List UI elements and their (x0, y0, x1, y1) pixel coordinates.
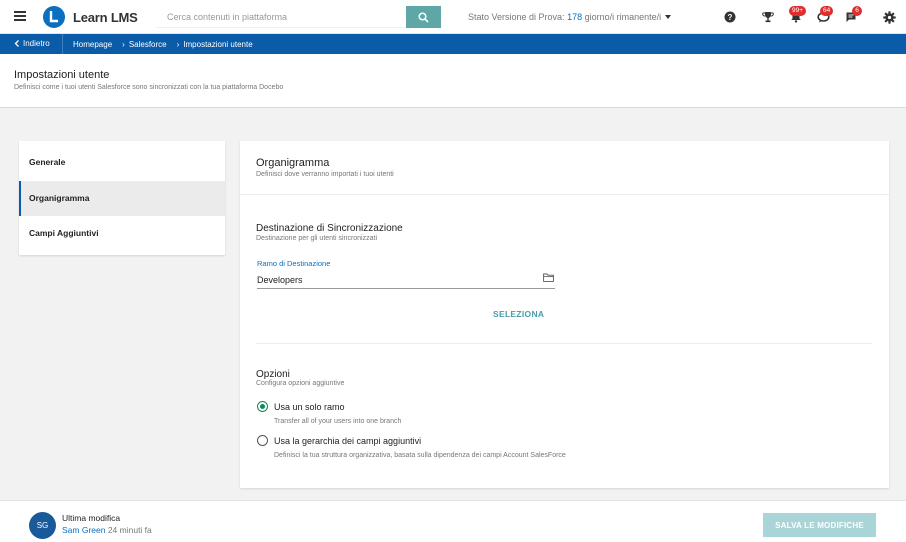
last-modified-time: 24 minuti fa (105, 525, 152, 535)
trophy-icon[interactable] (761, 10, 775, 24)
page-title: Impostazioni utente (14, 69, 110, 81)
breadcrumb-salesforce[interactable]: Salesforce (129, 40, 167, 49)
menu-icon[interactable] (14, 11, 26, 21)
notifications-badge: 99+ (789, 6, 807, 16)
chevron-right-icon: › (176, 40, 180, 49)
save-changes-button[interactable]: SALVA LE MODIFICHE (763, 513, 876, 537)
radio-additional-fields-hierarchy[interactable] (257, 435, 268, 446)
trial-suffix: giorno/i rimanente/i (582, 12, 662, 22)
destination-branch-field[interactable] (257, 271, 555, 289)
options-title: Opzioni (256, 369, 290, 380)
search-icon (418, 11, 429, 23)
messages-badge: 64 (820, 6, 834, 16)
panel-divider (240, 194, 889, 195)
breadcrumb: Homepage › Salesforce › Impostazioni utente (73, 40, 257, 49)
back-label: Indietro (23, 39, 50, 48)
footer-bar: SG Ultima modifica Sam Green 24 minuti f… (0, 500, 906, 542)
panel-subtitle: Definisci dove verranno importati i tuoi… (256, 171, 394, 178)
folder-icon[interactable] (543, 273, 554, 284)
section-divider (256, 343, 872, 344)
gear-icon[interactable] (882, 10, 896, 24)
destination-subtitle: Destinazione per gli utenti sincronizzat… (256, 235, 378, 242)
breadcrumb-homepage[interactable]: Homepage (73, 40, 112, 49)
page-header: Impostazioni utente Definisci come i tuo… (0, 54, 906, 108)
tasks-badge: 6 (852, 6, 862, 16)
settings-sidebar: Generale Organigramma Campi Aggiuntivi (19, 141, 225, 255)
breadcrumb-bar: Indietro Homepage › Salesforce › Impostazion… (0, 34, 906, 54)
breadcrumb-current: Impostazioni utente (183, 40, 253, 49)
destination-field-label: Ramo di Destinazione (257, 259, 331, 268)
organigramma-panel: Organigramma Definisci dove verranno imp… (240, 141, 889, 488)
svg-text:?: ? (728, 13, 733, 22)
radio-single-branch-label[interactable]: Usa un solo ramo (274, 402, 345, 412)
page-subtitle: Definisci come i tuoi utenti Salesforce … (14, 84, 284, 91)
sidebar-item-organigramma[interactable]: Organigramma (19, 181, 225, 216)
chevron-down-icon (665, 14, 672, 19)
avatar: SG (29, 512, 56, 539)
panel-title: Organigramma (256, 157, 330, 169)
top-bar: Learn LMS Stato Versione di Prova: 178 g… (0, 0, 906, 34)
sidebar-item-generale[interactable]: Generale (19, 145, 225, 180)
radio-hierarchy-description: Definisci la tua struttura organizzativa… (274, 452, 566, 459)
brand-name[interactable]: Learn LMS (73, 10, 138, 25)
radio-single-branch-description: Transfer all of your users into one bran… (274, 418, 402, 425)
last-modified-label: Ultima modifica (62, 513, 121, 523)
search-button[interactable] (406, 6, 441, 28)
trial-status[interactable]: Stato Versione di Prova: 178 giorno/i ri… (468, 12, 672, 22)
back-button[interactable]: Indietro (14, 39, 50, 48)
search-input[interactable] (157, 6, 407, 28)
sidebar-item-campi-aggiuntivi[interactable]: Campi Aggiuntivi (19, 216, 225, 251)
trial-days: 178 (567, 12, 583, 22)
breadcrumb-separator (62, 34, 63, 54)
trial-prefix: Stato Versione di Prova: (468, 12, 568, 22)
chevron-left-icon (14, 39, 19, 47)
radio-hierarchy-label[interactable]: Usa la gerarchia dei campi aggiuntivi (274, 436, 421, 446)
options-subtitle: Configura opzioni aggiuntive (256, 380, 345, 387)
last-modified-user[interactable]: Sam Green (62, 525, 105, 535)
select-branch-button[interactable]: SELEZIONA (493, 309, 544, 319)
brand-logo-icon[interactable] (43, 6, 65, 28)
radio-single-branch[interactable] (257, 401, 268, 412)
chevron-right-icon: › (122, 40, 125, 49)
last-modified-info: Sam Green 24 minuti fa (62, 525, 152, 535)
destination-title: Destinazione di Sincronizzazione (256, 223, 403, 234)
help-icon[interactable]: ? (723, 10, 737, 24)
